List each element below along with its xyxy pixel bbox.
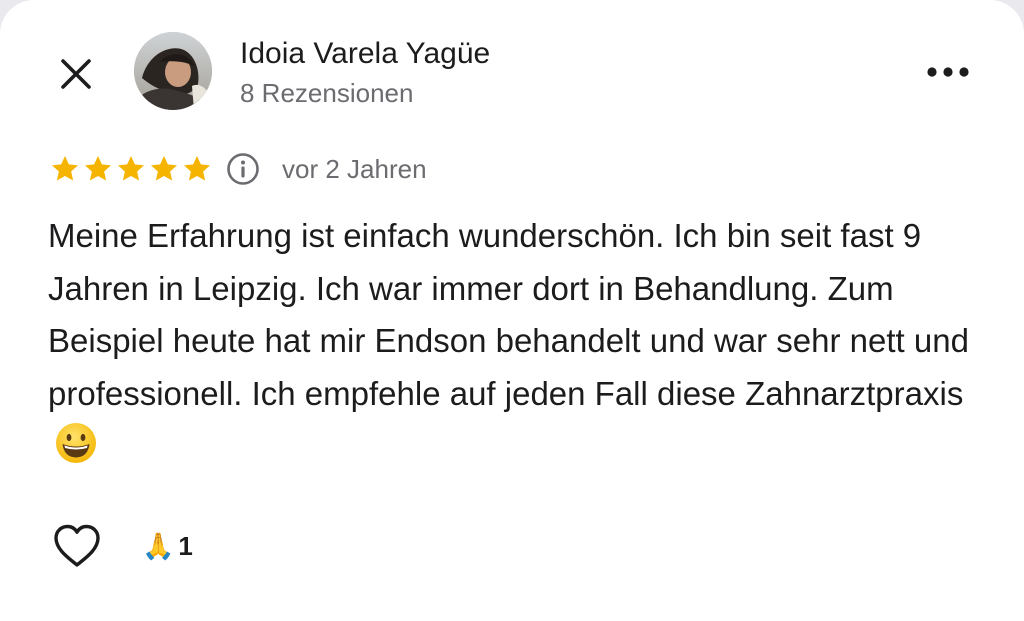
grinning-face-emoji (56, 423, 96, 463)
like-button[interactable] (50, 520, 104, 572)
star-icon (151, 156, 177, 181)
reviewer-name[interactable]: Idoia Varela Yagüe (240, 35, 490, 73)
info-button[interactable] (226, 152, 260, 186)
avatar-photo (134, 32, 212, 110)
heart-outline-icon (54, 524, 100, 567)
review-date: vor 2 Jahren (282, 153, 427, 184)
star-icon (85, 156, 111, 181)
close-icon (61, 59, 91, 89)
star-icon (118, 156, 144, 181)
review-body: Meine Erfahrung ist einfach wunderschön.… (48, 217, 969, 412)
rating-row: vor 2 Jahren (50, 150, 427, 188)
reaction-count: 1 (178, 530, 193, 561)
close-button[interactable] (52, 50, 100, 98)
more-horizontal-icon (927, 67, 969, 77)
review-card: Idoia Varela Yagüe 8 Rezensionen vor 2 J… (0, 0, 1024, 621)
folded-hands-emoji: 🙏 (142, 531, 175, 561)
avatar[interactable] (134, 32, 212, 110)
info-icon (227, 153, 259, 185)
review-count[interactable]: 8 Rezensionen (240, 76, 413, 110)
review-text: Meine Erfahrung ist einfach wunderschön.… (48, 210, 988, 473)
star-icon (184, 156, 210, 181)
star-rating (50, 154, 212, 184)
star-icon (52, 156, 78, 181)
reaction-chip[interactable]: 🙏 1 (142, 528, 193, 564)
more-options-button[interactable] (920, 54, 976, 90)
